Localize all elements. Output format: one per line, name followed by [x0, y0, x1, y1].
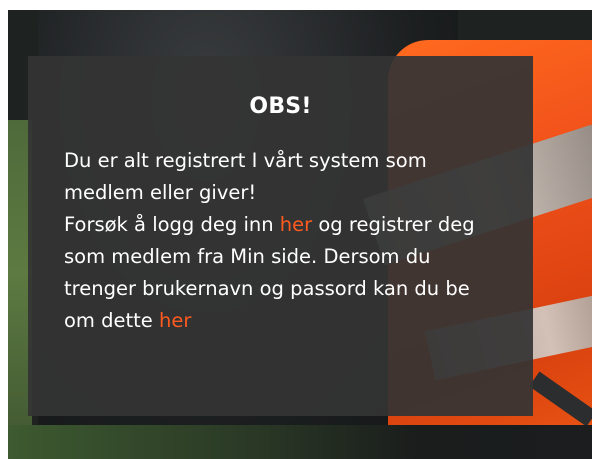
notice-overlay: OBS! Du er alt registrert I vårt system … [28, 56, 533, 416]
notice-text-login-prefix: Forsøk å logg deg inn [64, 213, 280, 236]
notice-title: OBS! [249, 94, 312, 119]
notice-line-registered: Du er alt registrert I vårt system som m… [64, 149, 427, 204]
notice-message: Du er alt registrert I vårt system som m… [64, 145, 497, 337]
login-link[interactable]: her [280, 213, 312, 236]
background-grass-bottom [8, 425, 592, 459]
password-request-link[interactable]: her [159, 309, 191, 332]
